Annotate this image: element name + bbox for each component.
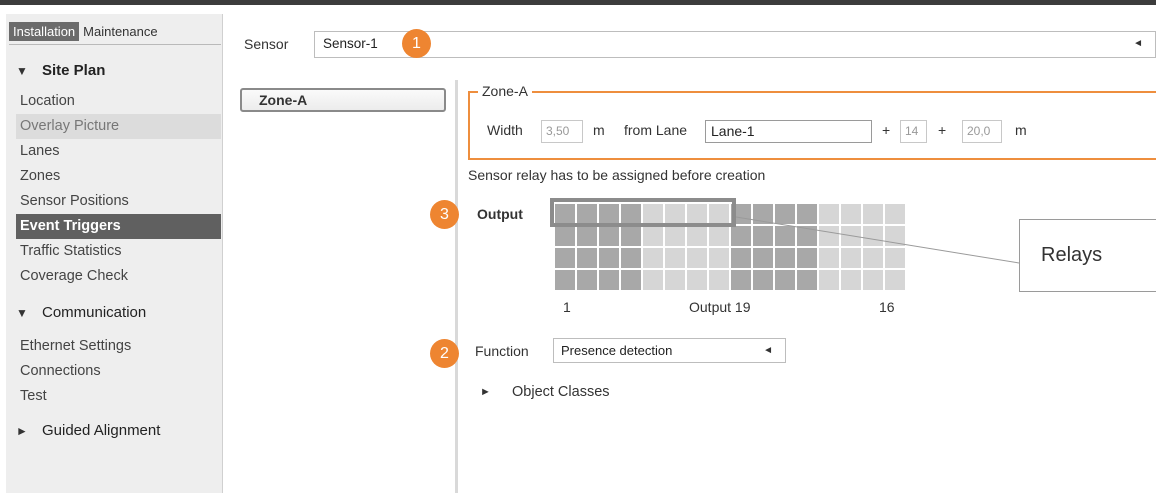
collapsed-triangle-icon: ► — [480, 386, 491, 398]
output-hover-label: Output 19 — [689, 299, 751, 315]
function-label: Function — [475, 343, 529, 359]
callout-badge-2: 2 — [430, 339, 459, 368]
relays-callout: Relays — [1019, 219, 1156, 292]
object-classes-label: Object Classes — [512, 384, 610, 400]
callout-leader-line — [735, 216, 1020, 264]
output-axis-end: 16 — [879, 299, 895, 315]
dropdown-arrow-icon: ◄ — [763, 345, 773, 356]
object-classes-expander[interactable]: ► Object Classes — [480, 384, 610, 400]
function-value: Presence detection — [561, 343, 673, 358]
output-axis-start: 1 — [563, 299, 571, 315]
function-dropdown[interactable]: Presence detection ◄ — [553, 338, 786, 363]
